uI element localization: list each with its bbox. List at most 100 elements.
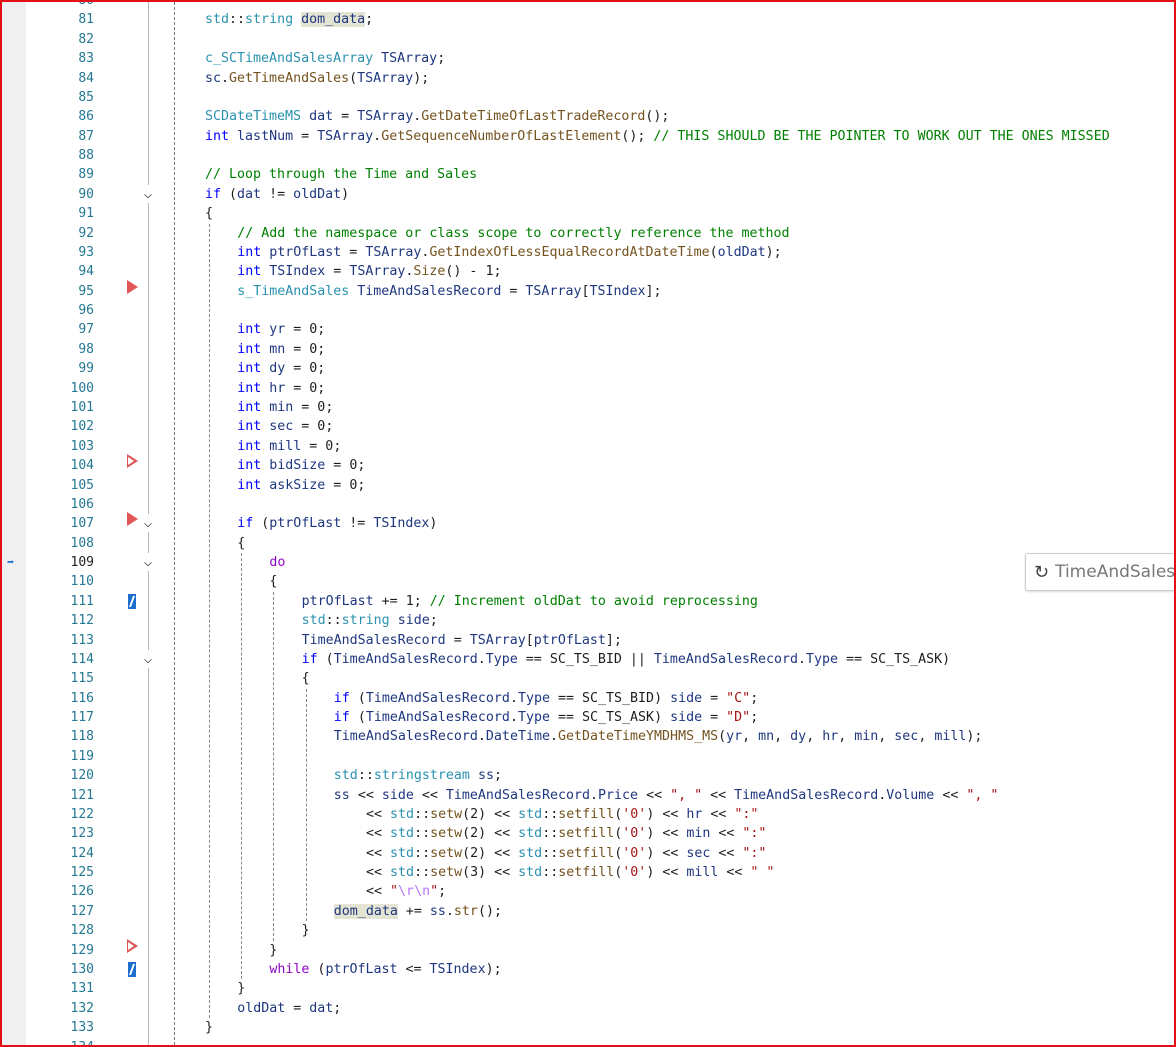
line-number: 129 bbox=[70, 942, 94, 958]
line-number: 103 bbox=[70, 438, 94, 454]
code-line[interactable]: int min = 0; bbox=[237, 398, 333, 417]
change-marker-icon bbox=[128, 962, 136, 977]
line-number: 104 bbox=[70, 458, 94, 474]
line-number: 96 bbox=[78, 303, 94, 319]
code-line[interactable]: int askSize = 0; bbox=[237, 476, 365, 495]
code-line[interactable]: } bbox=[302, 921, 310, 940]
code-editor-window: 80 81 82 83 84 85 86 87 88 89 90 91 92 93 94 95 96 97 98 99… bbox=[0, 0, 1176, 1047]
line-number: 120 bbox=[70, 768, 94, 784]
fold-chevron-icon[interactable]: ⌵ bbox=[141, 187, 155, 201]
line-number: 100 bbox=[70, 380, 94, 396]
code-line[interactable]: int mn = 0; bbox=[237, 340, 325, 359]
line-number: 88 bbox=[78, 148, 94, 164]
fold-chevron-icon[interactable]: ⌵ bbox=[141, 555, 155, 569]
code-line[interactable]: int sec = 0; bbox=[237, 417, 333, 436]
line-number: 127 bbox=[70, 903, 94, 919]
code-line[interactable]: ss << side << TimeAndSalesRecord.Price <… bbox=[334, 786, 999, 805]
code-line[interactable]: sc.GetTimeAndSales(TSArray); bbox=[205, 69, 429, 88]
code-line[interactable]: { bbox=[205, 204, 213, 223]
code-line[interactable]: << std::setw(2) << std::setfill('0') << … bbox=[366, 824, 766, 843]
code-line[interactable]: int yr = 0; bbox=[237, 320, 325, 339]
code-line[interactable]: c_SCTimeAndSalesArray TSArray; bbox=[205, 49, 445, 68]
code-line[interactable]: int hr = 0; bbox=[237, 379, 325, 398]
code-line[interactable]: do bbox=[269, 553, 285, 572]
indent-guide bbox=[273, 591, 275, 941]
code-line[interactable]: TimeAndSalesRecord.DateTime.GetDateTimeY… bbox=[334, 727, 983, 746]
code-line[interactable]: std::stringstream ss; bbox=[334, 766, 502, 785]
fold-region-line bbox=[148, 667, 149, 1045]
code-line[interactable]: } bbox=[237, 979, 245, 998]
code-line[interactable]: std::string side; bbox=[302, 611, 438, 630]
code-line[interactable]: int dy = 0; bbox=[237, 359, 325, 378]
code-line[interactable]: << "\r\n"; bbox=[366, 882, 446, 901]
code-line[interactable]: oldDat = dat; bbox=[237, 999, 341, 1018]
line-number: 116 bbox=[70, 690, 94, 706]
line-number: 113 bbox=[70, 632, 94, 648]
breakpoint-icon[interactable] bbox=[127, 512, 138, 527]
code-line[interactable]: if (TimeAndSalesRecord.Type == SC_TS_BID… bbox=[334, 689, 758, 708]
line-number: 98 bbox=[78, 341, 94, 357]
line-number: 119 bbox=[70, 748, 94, 764]
code-line[interactable]: int mill = 0; bbox=[237, 437, 341, 456]
code-line[interactable]: dom_data += ss.str(); bbox=[333, 902, 502, 921]
disabled-breakpoint-icon[interactable] bbox=[127, 938, 138, 953]
line-number: 117 bbox=[70, 710, 94, 726]
line-number: 84 bbox=[78, 70, 94, 86]
line-number: 99 bbox=[78, 361, 94, 377]
line-number: 111 bbox=[70, 593, 94, 609]
line-number: 94 bbox=[78, 264, 94, 280]
code-line[interactable]: s_TimeAndSales TimeAndSalesRecord = TSAr… bbox=[237, 282, 661, 301]
code-line[interactable]: ptrOfLast += 1; // Increment oldDat to a… bbox=[302, 592, 758, 611]
tooltip-pill[interactable]: ↻ TimeAndSales bbox=[1025, 553, 1174, 591]
code-line[interactable]: << std::setw(3) << std::setfill('0') << … bbox=[366, 863, 774, 882]
code-line[interactable]: // Loop through the Time and Sales bbox=[205, 165, 477, 184]
fold-chevron-icon[interactable]: ⌵ bbox=[141, 652, 155, 666]
line-number: 101 bbox=[70, 399, 94, 415]
line-number: 121 bbox=[70, 787, 94, 803]
line-number: 90 bbox=[78, 186, 94, 202]
line-number: 128 bbox=[70, 923, 94, 939]
code-line[interactable]: if (dat != oldDat) bbox=[205, 185, 349, 204]
fold-chevron-icon[interactable]: ⌵ bbox=[141, 516, 155, 530]
line-number: 134 bbox=[50, 1038, 94, 1045]
code-line[interactable]: while (ptrOfLast <= TSIndex); bbox=[269, 960, 501, 979]
code-line[interactable]: } bbox=[269, 941, 277, 960]
line-number: 132 bbox=[70, 1000, 94, 1016]
line-number: 110 bbox=[70, 574, 94, 590]
line-number: 83 bbox=[78, 51, 94, 67]
code-line[interactable]: << std::setw(2) << std::setfill('0') << … bbox=[366, 844, 766, 863]
code-line[interactable]: int bidSize = 0; bbox=[237, 456, 365, 475]
breakpoint-icon[interactable] bbox=[127, 279, 138, 294]
code-line[interactable]: if (TimeAndSalesRecord.Type == SC_TS_ASK… bbox=[334, 708, 758, 727]
fold-region-line bbox=[148, 2, 149, 185]
code-line[interactable]: int ptrOfLast = TSArray.GetIndexOfLessEq… bbox=[237, 243, 781, 262]
code-line[interactable]: if (TimeAndSalesRecord.Type == SC_TS_BID… bbox=[302, 650, 951, 669]
indicator-margin bbox=[2, 2, 26, 1045]
code-line[interactable]: int TSIndex = TSArray.Size() - 1; bbox=[237, 262, 501, 281]
code-line[interactable]: // Add the namespace or class scope to c… bbox=[237, 224, 789, 243]
disabled-breakpoint-icon[interactable] bbox=[127, 454, 138, 469]
code-line[interactable]: } bbox=[205, 1018, 213, 1037]
line-number: 124 bbox=[70, 845, 94, 861]
code-line[interactable]: { bbox=[269, 572, 277, 591]
line-number: 82 bbox=[78, 31, 94, 47]
code-line[interactable]: { bbox=[237, 534, 245, 553]
line-number: 107 bbox=[70, 516, 94, 532]
code-line[interactable]: int lastNum = TSArray.GetSequenceNumberO… bbox=[205, 127, 1110, 146]
code-line[interactable]: << std::setw(2) << std::setfill('0') << … bbox=[366, 805, 758, 824]
indent-guide bbox=[241, 553, 243, 980]
code-line[interactable]: { bbox=[302, 669, 310, 688]
code-line[interactable]: SCDateTimeMS dat = TSArray.GetDateTimeOf… bbox=[205, 107, 669, 126]
code-line[interactable]: if (ptrOfLast != TSIndex) bbox=[237, 514, 437, 533]
code-area[interactable]: std::string dom_data;c_SCTimeAndSalesArr… bbox=[172, 2, 1174, 1045]
line-number: 86 bbox=[78, 109, 94, 125]
line-number: 89 bbox=[78, 167, 94, 183]
line-number: 126 bbox=[70, 884, 94, 900]
fold-region-line bbox=[148, 532, 149, 553]
code-line[interactable]: std::string dom_data; bbox=[205, 10, 373, 29]
line-number: 105 bbox=[70, 477, 94, 493]
line-number: 118 bbox=[70, 729, 94, 745]
line-number: 92 bbox=[78, 225, 94, 241]
code-line[interactable]: TimeAndSalesRecord = TSArray[ptrOfLast]; bbox=[302, 631, 622, 650]
line-number: 131 bbox=[70, 981, 94, 997]
